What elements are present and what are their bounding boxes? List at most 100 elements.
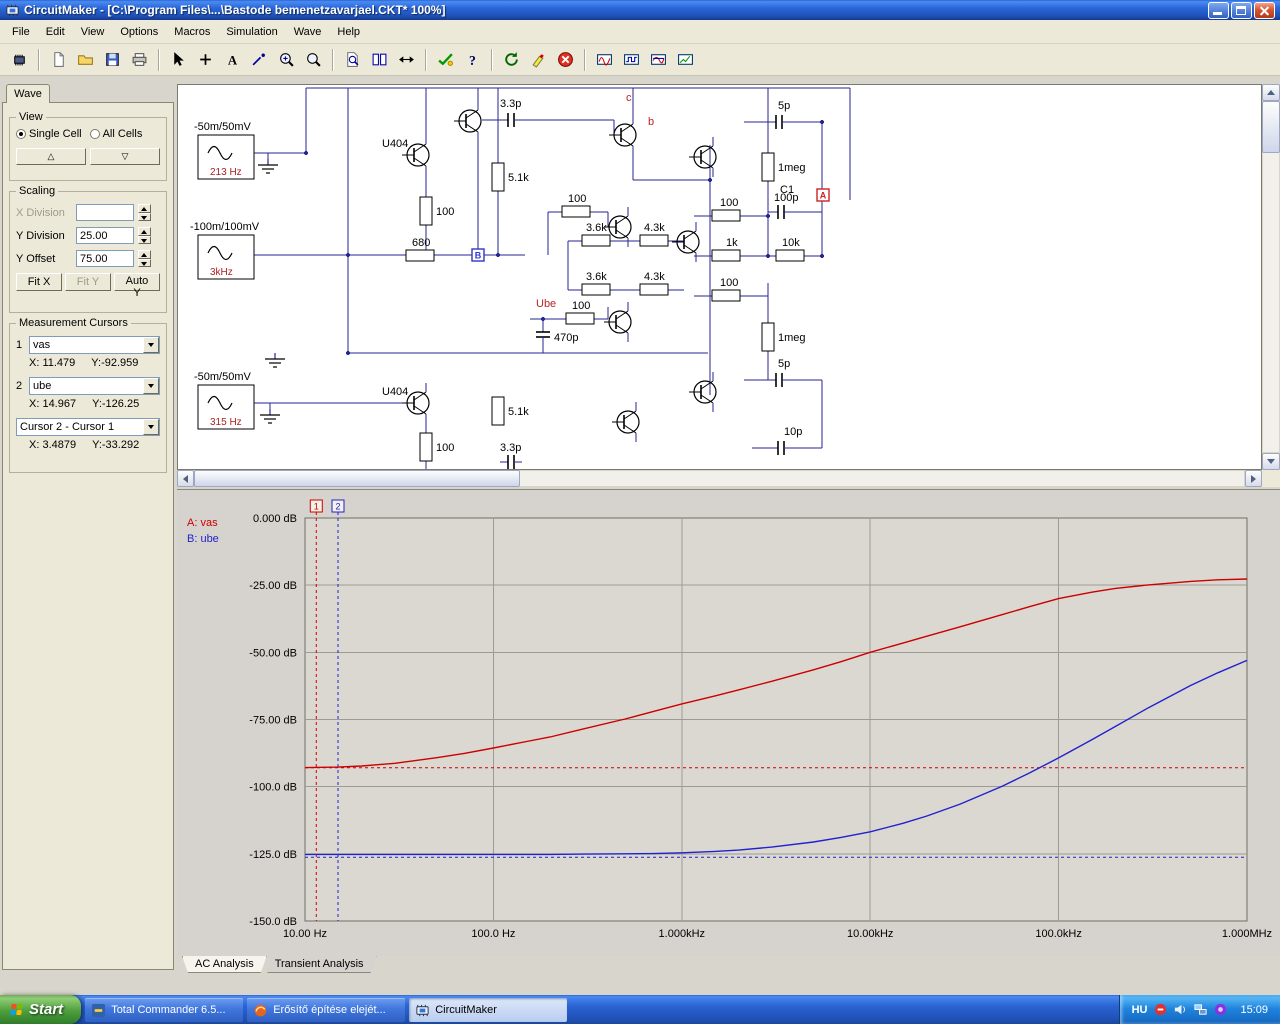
signal-source-315-hz[interactable]: 315 Hz -50m/50mV <box>194 371 255 430</box>
fit-x-button[interactable]: Fit X <box>16 273 62 291</box>
menu-help[interactable]: Help <box>329 22 368 42</box>
resistor-100[interactable]: 100 <box>565 300 595 325</box>
resistor-5.1k[interactable]: 5.1k <box>491 162 529 192</box>
tray-network-icon[interactable] <box>1193 1002 1208 1017</box>
menu-view[interactable]: View <box>73 22 113 42</box>
ground-symbol[interactable] <box>258 159 278 174</box>
capacitor-3.3p[interactable]: 3.3p <box>500 98 522 127</box>
capacitor-470p[interactable]: 470p <box>536 327 578 347</box>
probe-marker-b[interactable]: B <box>471 248 485 262</box>
x-division-spin-up[interactable] <box>138 204 151 213</box>
toolbar-wire-tool-button[interactable] <box>247 47 272 72</box>
signal-source-213-hz[interactable]: 213 Hz -50m/50mV <box>194 121 255 180</box>
resistor-100[interactable]: 100 <box>711 197 741 222</box>
resistor-100[interactable]: 100 <box>419 196 454 226</box>
toolbar-text-tool-button[interactable]: A <box>220 47 245 72</box>
toolbar-open-file-button[interactable] <box>73 47 98 72</box>
dropdown-arrow-icon[interactable] <box>143 419 159 435</box>
tab-wave[interactable]: Wave <box>6 84 50 103</box>
toolbar-stop-simulation-button[interactable] <box>553 47 578 72</box>
tab-transient-analysis[interactable]: Transient Analysis <box>262 956 377 973</box>
resistor-3.6k[interactable]: 3.6k <box>581 222 611 247</box>
resistor-100[interactable]: 100 <box>561 193 591 218</box>
resistor-100[interactable]: 100 <box>419 432 454 462</box>
resistor-10k[interactable]: 10k <box>775 237 805 262</box>
resistor-1meg[interactable]: 1meg <box>761 322 806 352</box>
menu-file[interactable]: File <box>4 22 38 42</box>
toolbar-new-file-button[interactable] <box>46 47 71 72</box>
radio-all-cells[interactable]: All Cells <box>89 128 142 140</box>
cursor-2-handle[interactable]: 2 <box>331 499 345 513</box>
capacitor-100p[interactable]: 100p <box>770 192 798 219</box>
toolbar-fit-to-page-button[interactable] <box>340 47 365 72</box>
cursor1-signal-select[interactable]: vas <box>29 336 160 354</box>
tab-ac-analysis[interactable]: AC Analysis <box>182 956 267 973</box>
cell-down-button[interactable]: ▽ <box>90 148 160 165</box>
capacitor-10p[interactable]: 10p <box>770 426 802 455</box>
resistor-100[interactable]: 100 <box>711 277 741 302</box>
hscroll-thumb[interactable] <box>194 470 520 487</box>
menu-simulation[interactable]: Simulation <box>218 22 285 42</box>
tray-messenger-icon[interactable] <box>1213 1002 1228 1017</box>
transistor-u404[interactable]: U404 <box>382 135 430 175</box>
toolbar-place-part-button[interactable] <box>193 47 218 72</box>
resistor-4.3k[interactable]: 4.3k <box>639 271 669 296</box>
capacitor-5p[interactable]: 5p <box>768 358 790 387</box>
vscroll-thumb[interactable] <box>1262 101 1280 153</box>
resistor-1k[interactable]: 1k <box>711 237 741 262</box>
dropdown-arrow-icon[interactable] <box>143 378 159 394</box>
menu-edit[interactable]: Edit <box>38 22 73 42</box>
menu-macros[interactable]: Macros <box>166 22 218 42</box>
toolbar-zoom-tool-button[interactable] <box>301 47 326 72</box>
vscroll-up-button[interactable] <box>1262 84 1280 101</box>
toolbar-print-button[interactable] <box>127 47 152 72</box>
resistor-1meg[interactable]: 1meg <box>761 152 806 182</box>
radio-single-cell[interactable]: Single Cell <box>16 128 82 140</box>
toolbar-select-tool-button[interactable] <box>166 47 191 72</box>
vscroll-down-button[interactable] <box>1262 453 1280 470</box>
cursor2-signal-select[interactable]: ube <box>29 377 160 395</box>
hscroll-right-button[interactable] <box>1245 470 1262 487</box>
toolbar-reset-simulation-button[interactable] <box>499 47 524 72</box>
transistor[interactable] <box>609 115 637 155</box>
toolbar-scope-window-3-button[interactable] <box>646 47 671 72</box>
minimize-button[interactable] <box>1208 1 1229 19</box>
resistor-5.1k[interactable]: 5.1k <box>491 396 529 426</box>
capacitor-3.3p[interactable]: 3.3p <box>500 442 522 469</box>
toolbar-split-window-button[interactable] <box>367 47 392 72</box>
transistor[interactable] <box>454 101 482 141</box>
toolbar-scope-window-2-button[interactable] <box>619 47 644 72</box>
toolbar-simulation-check-button[interactable] <box>433 47 458 72</box>
toolbar-save-file-button[interactable] <box>100 47 125 72</box>
ground-symbol[interactable] <box>265 353 285 368</box>
resistor-3.6k[interactable]: 3.6k <box>581 271 611 296</box>
toolbar-probe-tool-button[interactable] <box>526 47 551 72</box>
dropdown-arrow-icon[interactable] <box>143 337 159 353</box>
maximize-button[interactable] <box>1231 1 1252 19</box>
cursor-diff-select[interactable]: Cursor 2 - Cursor 1 <box>16 418 160 436</box>
start-button[interactable]: Start <box>0 995 82 1024</box>
menu-options[interactable]: Options <box>112 22 166 42</box>
ground-symbol[interactable] <box>260 409 280 424</box>
x-division-input[interactable] <box>76 204 134 221</box>
toolbar-pan-view-button[interactable] <box>394 47 419 72</box>
schematic-area[interactable]: 213 Hz -50m/50mV 3kHz -100m/100mV 315 Hz -50m… <box>177 84 1262 470</box>
toolbar-scope-window-4-button[interactable] <box>673 47 698 72</box>
signal-source-3khz[interactable]: 3kHz -100m/100mV <box>190 221 260 280</box>
close-button[interactable] <box>1254 1 1275 19</box>
cell-up-button[interactable]: △ <box>16 148 86 165</box>
fit-y-button[interactable]: Fit Y <box>65 273 111 291</box>
y-division-spin-up[interactable] <box>138 227 151 236</box>
auto-y-button[interactable]: Auto Y <box>114 273 160 299</box>
toolbar-help-button[interactable]: ? <box>460 47 485 72</box>
tray-antivirus-icon[interactable] <box>1153 1002 1168 1017</box>
taskbar-item-circuitmaker[interactable]: CircuitMaker <box>409 997 568 1022</box>
taskbar-item-er-s-t-p-t-se-elej-t[interactable]: Erősítő építése elejét... <box>247 997 406 1022</box>
x-division-spin-down[interactable] <box>138 212 151 221</box>
transistor[interactable] <box>689 372 717 412</box>
hscroll-left-button[interactable] <box>177 470 194 487</box>
taskbar-item-total-commander-6-5[interactable]: Total Commander 6.5... <box>85 997 244 1022</box>
y-offset-spin-up[interactable] <box>138 250 151 259</box>
y-offset-spin-down[interactable] <box>138 258 151 267</box>
cursor-1-handle[interactable]: 1 <box>309 499 323 513</box>
